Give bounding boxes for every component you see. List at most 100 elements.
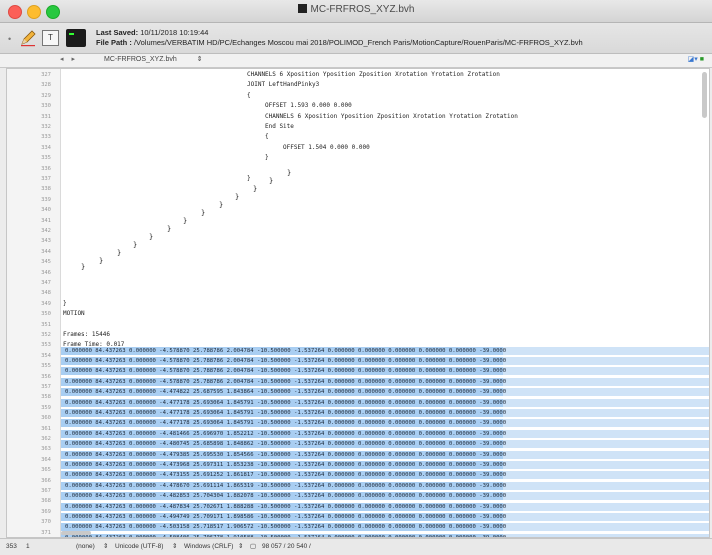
code-line: MOTION <box>63 310 85 318</box>
editor-window: MC-FRFROS_XYZ.bvh • T Last Saved: 10/11/… <box>0 0 712 555</box>
code-line: Frames: 15446 <box>63 331 110 338</box>
code-line: OFFSET 1.593 0.000 0.000 <box>265 102 352 110</box>
line-endings-menu[interactable]: Windows (CRLF) <box>184 539 233 554</box>
selection-highlight-tail <box>503 377 709 386</box>
motion-data-row: 0.000000 84.437263 0.000000 -4.578870 25… <box>65 358 507 364</box>
motion-data-row: 0.000000 84.437263 0.000000 -4.480745 25… <box>65 441 507 448</box>
stats-doc-icon[interactable]: ▢ <box>250 539 256 554</box>
line-number: 349 <box>41 300 51 307</box>
line-number: 368 <box>41 498 51 505</box>
closing-brace: } <box>167 225 172 233</box>
motion-data-row: 0.000000 84.437263 0.000000 -4.473968 25… <box>65 462 507 468</box>
line-number-gutter: 327 328 329 330 331 332 333 334 335 336 337 338 339 3… <box>7 69 61 537</box>
selection-highlight-tail <box>503 523 709 532</box>
line-number: 327 <box>41 72 51 78</box>
selection-highlight-tail <box>503 357 709 365</box>
line-number: 339 <box>41 196 51 203</box>
line-number: 359 <box>41 404 51 411</box>
selection-highlight-tail <box>503 492 709 501</box>
selection-highlight-tail <box>503 419 709 428</box>
pencil-icon[interactable] <box>19 29 37 47</box>
code-line: { <box>265 133 269 141</box>
closing-brace: } <box>183 217 188 225</box>
title-bar[interactable]: MC-FRFROS_XYZ.bvh <box>0 0 712 23</box>
markers-icon[interactable]: ◪▾ <box>688 56 698 63</box>
document-tab-bar: ◂ ▸ MC-FRFROS_XYZ.bvh ⇕ ◪▾ ■ <box>0 54 712 68</box>
line-number: 360 <box>41 415 51 422</box>
selection-highlight-tail <box>503 461 709 469</box>
line-number: 365 <box>41 467 51 474</box>
vertical-scrollbar[interactable] <box>702 72 707 118</box>
last-saved-label: Last Saved: <box>96 28 139 37</box>
line-number: 329 <box>41 92 51 99</box>
selection-highlight-tail <box>503 398 709 407</box>
tab-caret-icon[interactable]: ⇕ <box>197 56 203 63</box>
language-menu-arrow-icon[interactable]: ⇕ <box>103 539 108 554</box>
line-number: 356 <box>41 373 51 380</box>
closing-brace: } <box>117 249 122 257</box>
line-number: 335 <box>41 155 51 162</box>
code-line: CHANNELS 6 Xposition Yposition Zposition… <box>247 71 500 78</box>
line-number: 348 <box>41 290 51 297</box>
line-number: 346 <box>41 269 51 276</box>
motion-data-row: 0.000000 84.437263 0.000000 -4.578870 25… <box>65 347 507 354</box>
encoding-menu-arrow-icon[interactable]: ⇕ <box>172 539 177 554</box>
motion-data-row: 0.000000 84.437263 0.000000 -4.578870 25… <box>65 368 507 375</box>
nav-arrows[interactable]: ◂ ▸ <box>60 55 78 63</box>
line-number: 354 <box>41 352 51 359</box>
motion-data-row: 0.000000 84.437263 0.000000 -4.477178 25… <box>65 410 507 416</box>
line-indicator[interactable]: 353 <box>6 539 17 554</box>
line-number: 369 <box>41 508 51 515</box>
line-number: 333 <box>41 134 51 141</box>
line-number: 336 <box>41 165 51 172</box>
line-number: 353 <box>41 342 51 349</box>
selection-highlight-tail <box>503 409 709 417</box>
line-number: 355 <box>41 363 51 370</box>
file-tab-label: MC-FRFROS_XYZ.bvh <box>104 56 177 63</box>
line-number: 350 <box>41 311 51 318</box>
code-line: } <box>247 175 251 182</box>
encoding-menu[interactable]: Unicode (UTF-8) <box>115 539 163 554</box>
line-number: 341 <box>41 217 51 224</box>
selection-highlight-tail <box>503 513 709 521</box>
motion-data-row: 0.000000 84.437263 0.000000 -4.474822 25… <box>65 389 507 396</box>
line-number: 370 <box>41 519 51 526</box>
text-editor[interactable]: 327 328 329 330 331 332 333 334 335 336 337 338 339 3… <box>6 68 710 538</box>
motion-data-row: 0.000000 84.437263 0.000000 -4.481466 25… <box>65 430 507 437</box>
line-number: 367 <box>41 488 51 494</box>
terminal-icon[interactable] <box>66 29 86 47</box>
horizontal-scrollbar[interactable] <box>61 531 91 535</box>
file-path-label: File Path <box>96 38 128 47</box>
column-indicator[interactable]: 1 <box>26 539 30 554</box>
code-line: } <box>63 299 67 307</box>
line-number: 342 <box>41 228 51 234</box>
line-number: 344 <box>41 248 51 255</box>
line-number: 330 <box>41 103 51 110</box>
motion-data-row: 0.000000 84.437263 0.000000 -4.487834 25… <box>65 503 507 510</box>
closing-brace: } <box>149 233 154 241</box>
selection-highlight-tail <box>503 502 709 511</box>
motion-data-row: 0.000000 84.437263 0.000000 -4.482853 25… <box>65 493 507 500</box>
line-endings-menu-arrow-icon[interactable]: ⇕ <box>238 539 243 554</box>
selection-highlight-tail <box>503 481 709 490</box>
file-path-value: /Volumes/VERBATIM HD/PC/Echanges Moscou … <box>133 38 583 47</box>
language-menu[interactable]: (none) <box>76 539 95 554</box>
line-number: 345 <box>41 259 51 266</box>
file-tab[interactable]: MC-FRFROS_XYZ.bvh ⇕ <box>104 55 203 63</box>
selection-highlight-tail <box>503 440 709 449</box>
code-line: CHANNELS 6 Xposition Yposition Zposition… <box>265 112 518 120</box>
line-number: 328 <box>41 82 51 89</box>
line-number: 351 <box>41 321 51 328</box>
line-number: 361 <box>41 425 51 432</box>
toolbar-handle-icon[interactable]: • <box>8 34 11 44</box>
motion-data-row: 0.000000 84.437263 0.000000 -4.473155 25… <box>65 472 507 479</box>
line-number: 352 <box>41 332 51 338</box>
text-box-icon[interactable]: T <box>42 30 59 46</box>
line-number: 357 <box>41 384 51 390</box>
selection-highlight-tail <box>503 450 709 459</box>
tabbar-actions[interactable]: ◪▾ ■ <box>688 55 704 63</box>
window-title: MC-FRFROS_XYZ.bvh <box>0 4 712 15</box>
line-number: 347 <box>41 280 51 286</box>
closing-brace: } <box>133 241 138 249</box>
motion-data-row: 0.000000 84.437263 0.000000 -4.494749 25… <box>65 514 507 520</box>
